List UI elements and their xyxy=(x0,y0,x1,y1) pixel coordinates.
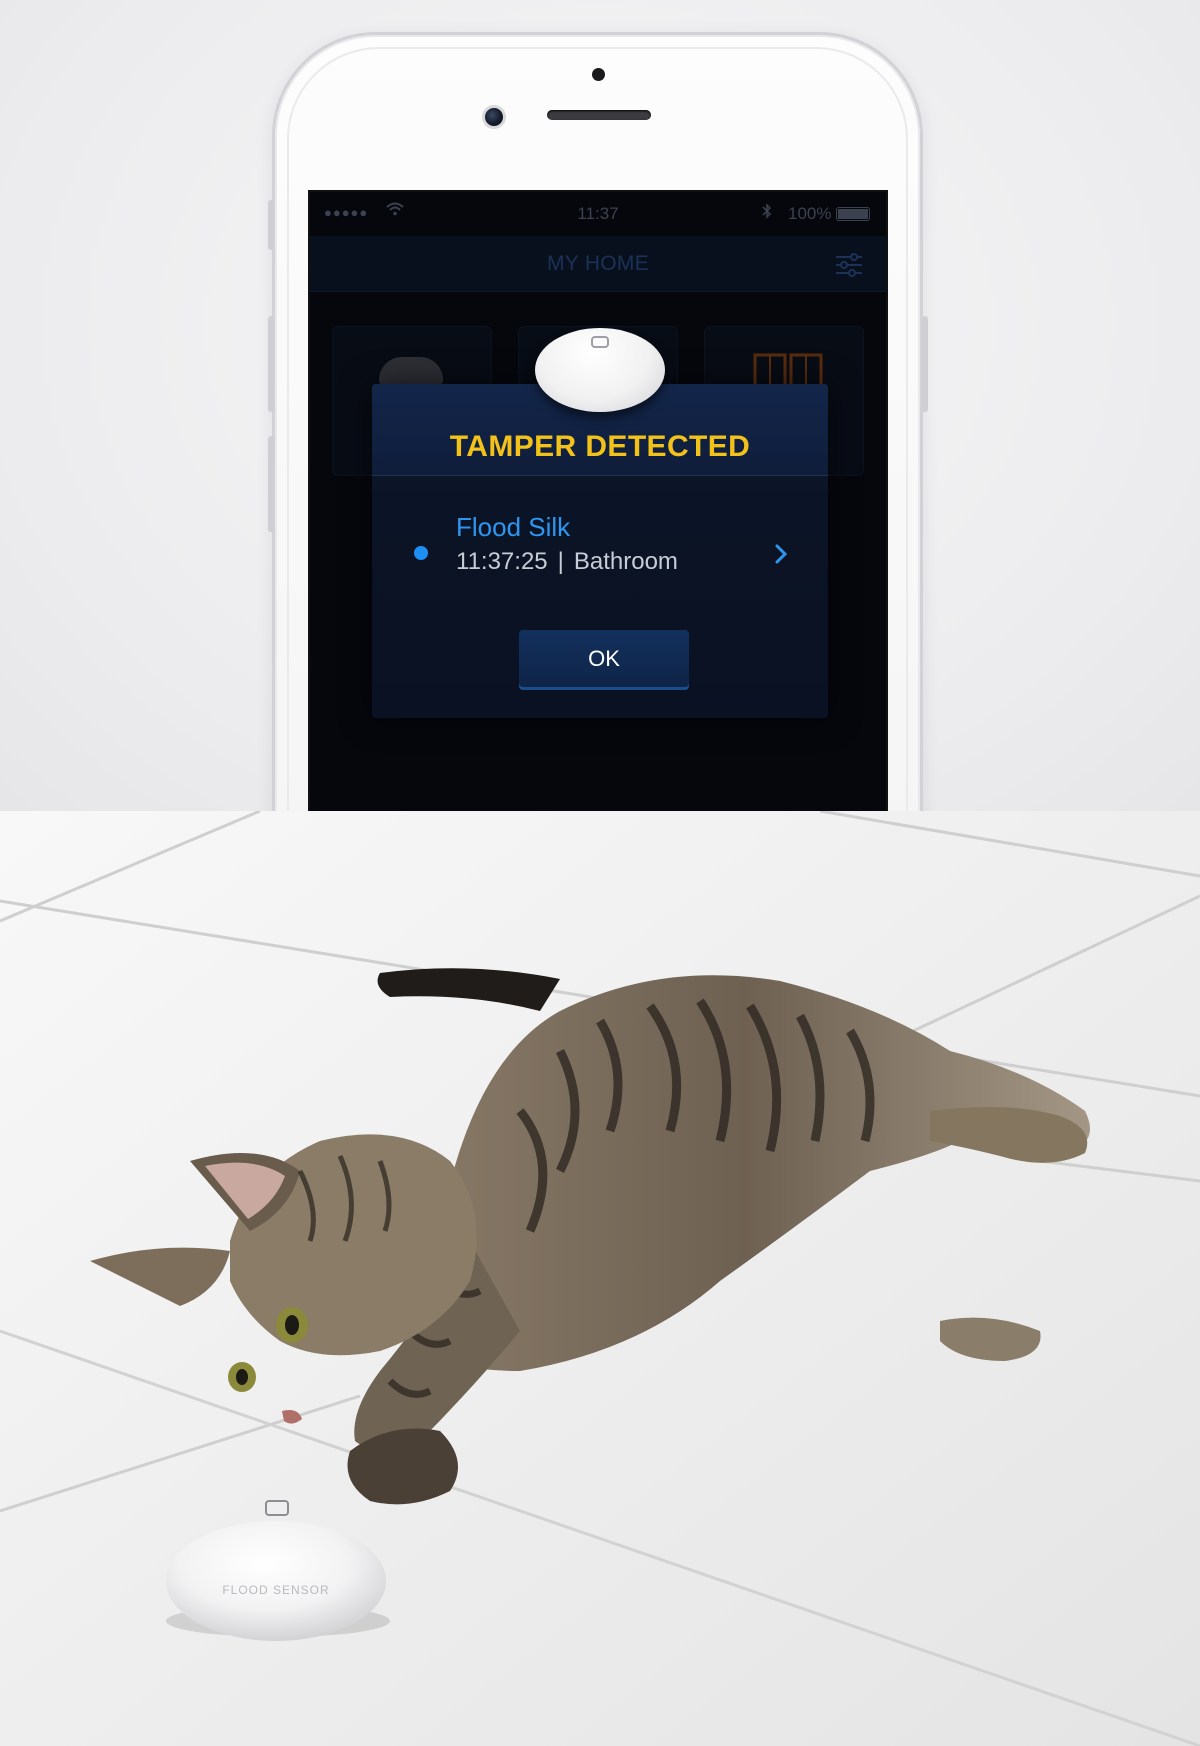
sensor-label: FLOOD SENSOR xyxy=(222,1583,329,1597)
volume-down-button xyxy=(268,436,274,532)
alert-time: 11:37:25 xyxy=(456,548,548,575)
chevron-right-icon[interactable] xyxy=(772,542,790,566)
fibaro-logo-icon xyxy=(591,336,609,348)
phone-section: ●●●●● 11:37 100% MY HOME TAMPER DETECTED… xyxy=(0,0,1200,811)
page-title: MY HOME xyxy=(546,252,650,275)
device-name[interactable]: Flood Silk xyxy=(456,512,570,543)
kitten-photo-illustration: FLOOD SENSOR xyxy=(0,811,1200,1746)
mute-switch xyxy=(268,200,274,250)
volume-up-button xyxy=(268,316,274,412)
phone-screen: ●●●●● 11:37 100% MY HOME TAMPER DETECTED… xyxy=(308,190,888,811)
flood-sensor-image xyxy=(535,328,665,412)
alert-room: Bathroom xyxy=(573,548,678,575)
filter-settings-icon[interactable] xyxy=(834,250,864,280)
front-camera xyxy=(482,105,506,129)
alert-title: TAMPER DETECTED xyxy=(449,430,751,463)
ok-button[interactable]: OK xyxy=(519,630,689,690)
proximity-sensor xyxy=(592,68,605,81)
product-photo: FLOOD SENSOR xyxy=(0,811,1200,1746)
nav-bar: MY HOME xyxy=(310,236,886,292)
battery-icon xyxy=(836,207,870,221)
status-bar: ●●●●● 11:37 100% xyxy=(310,192,886,236)
earpiece-speaker xyxy=(547,110,651,120)
detail-separator: | xyxy=(557,548,564,575)
battery-percent: 100% xyxy=(788,204,832,223)
bluetooth-icon xyxy=(762,203,772,223)
alert-details: 11:37:25 | Bathroom xyxy=(456,548,678,576)
power-button xyxy=(922,316,928,412)
unread-indicator-icon xyxy=(414,546,428,560)
tamper-alert-dialog: TAMPER DETECTED Flood Silk 11:37:25 | Bath… xyxy=(372,328,828,718)
sensor-device-icon xyxy=(379,357,443,387)
